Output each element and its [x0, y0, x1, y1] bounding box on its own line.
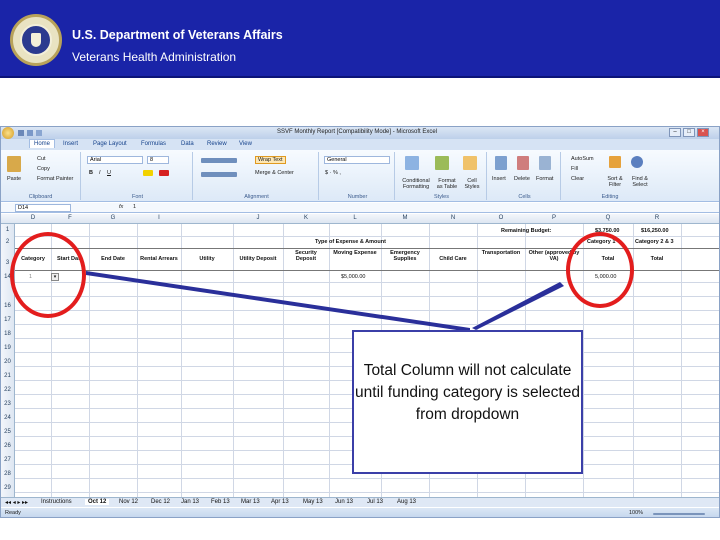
callout-text: Total Column will not calculate until fu… — [355, 362, 580, 423]
slide: U.S. Department of Veterans Affairs Vete… — [0, 0, 720, 540]
callout-note: Total Column will not calculate until fu… — [352, 330, 583, 474]
